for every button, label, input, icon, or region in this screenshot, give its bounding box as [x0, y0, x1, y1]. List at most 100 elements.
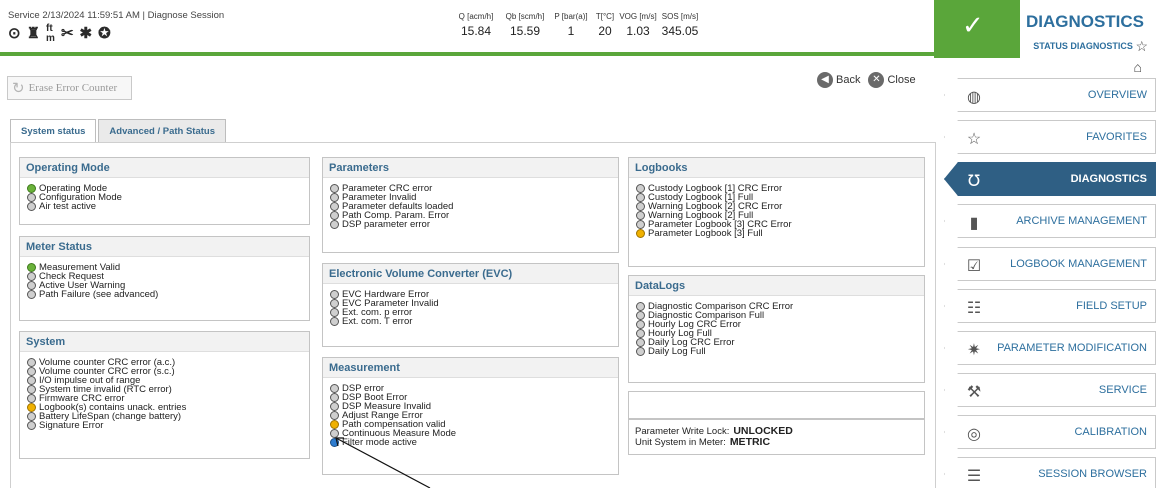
- status-led-icon: [636, 302, 645, 311]
- status-led-icon: [330, 290, 339, 299]
- sidebar-item-label: FIELD SETUP: [1076, 300, 1147, 312]
- status-led-icon: [27, 184, 36, 193]
- status-item: Daily Log Full: [636, 347, 924, 356]
- sidebar-item-label: DIAGNOSTICS: [1070, 173, 1147, 185]
- status-led-icon: [330, 211, 339, 220]
- sidebar-item-field-setup[interactable]: ☷ FIELD SETUP: [944, 289, 1156, 323]
- tab-advanced-path-status[interactable]: Advanced / Path Status: [98, 119, 227, 143]
- back-arrow-icon: ◀: [817, 72, 833, 88]
- status-led-icon: [330, 202, 339, 211]
- status-led-icon: [330, 308, 339, 317]
- status-led-icon: [330, 411, 339, 420]
- group-parameters: Parameters Parameter CRC error Parameter …: [322, 157, 619, 253]
- group-title: System: [20, 332, 309, 352]
- status-item: Path Failure (see advanced): [27, 290, 309, 299]
- status-led-icon: [27, 358, 36, 367]
- unit-system-row: Unit System in Meter: METRIC: [635, 436, 771, 449]
- status-led-icon: [27, 281, 36, 290]
- status-item-label: Parameter Logbook [3] Full: [648, 228, 763, 239]
- status-item: Air test active: [27, 202, 309, 211]
- group-title: Meter Status: [20, 237, 309, 257]
- sidebar-item-archive-management[interactable]: ▮ ARCHIVE MANAGEMENT: [944, 204, 1156, 238]
- status-led-icon: [27, 193, 36, 202]
- status-led-icon: [330, 438, 339, 447]
- globe-icon: ◍: [967, 89, 981, 106]
- sidebar-item-label: PARAMETER MODIFICATION: [997, 342, 1147, 354]
- sidebar-item-service[interactable]: ⚒ SERVICE: [944, 373, 1156, 407]
- status-led-icon: [27, 263, 36, 272]
- stethoscope-icon: ℧: [967, 173, 981, 190]
- calibration-icon: ◎: [967, 426, 981, 443]
- status-led-icon: [636, 311, 645, 320]
- checkmark-icon: ✓: [962, 10, 984, 40]
- close-button[interactable]: ✕ Close: [868, 72, 916, 88]
- status-led-icon: [330, 384, 339, 393]
- status-led-icon: [330, 220, 339, 229]
- nav-buttons: ◀ Back ✕ Close: [817, 72, 916, 88]
- group-title: Electronic Volume Converter (EVC): [323, 264, 618, 284]
- status-item: Ext. com. T error: [330, 317, 618, 326]
- status-item-label: Daily Log Full: [648, 346, 706, 357]
- status-item: Parameter Logbook [3] Full: [636, 229, 924, 238]
- back-button[interactable]: ◀ Back: [817, 72, 860, 88]
- group-title: Logbooks: [629, 158, 924, 178]
- erase-error-counter-button[interactable]: ↻ Erase Error Counter: [7, 76, 132, 100]
- field-setup-icon: ☷: [966, 300, 982, 317]
- sidebar-item-label: SESSION BROWSER: [1038, 468, 1147, 480]
- status-led-icon: [330, 420, 339, 429]
- status-led-icon: [27, 290, 36, 299]
- group-logbooks: Logbooks Custody Logbook [1] CRC Error Cu…: [628, 157, 925, 267]
- status-led-icon: [27, 421, 36, 430]
- status-led-icon: [636, 220, 645, 229]
- status-item: Filter mode active: [330, 438, 618, 447]
- write-lock-row: Parameter Write Lock: UNLOCKED: [635, 425, 793, 438]
- status-item-label: DSP parameter error: [342, 219, 430, 230]
- group-lock-info: Parameter Write Lock: UNLOCKED Unit Syste…: [628, 419, 925, 455]
- gear-icon: ✷: [967, 342, 981, 359]
- status-led-icon: [330, 184, 339, 193]
- status-led-icon: [636, 329, 645, 338]
- group-title: DataLogs: [629, 276, 924, 296]
- sidebar-item-logbook-management[interactable]: ☑ LOGBOOK MANAGEMENT: [944, 247, 1156, 281]
- session-info: Service 2/13/2024 11:59:51 AM | Diagnose…: [8, 10, 225, 21]
- group-evc: Electronic Volume Converter (EVC) EVC Ha…: [322, 263, 619, 347]
- home-icon[interactable]: ⌂: [1134, 59, 1142, 75]
- measurement-q: Q [acm/h] 15.84: [458, 12, 494, 38]
- sidebar-item-label: ARCHIVE MANAGEMENT: [1016, 215, 1147, 227]
- status-line: [0, 52, 934, 56]
- tab-system-status[interactable]: System status: [10, 119, 97, 143]
- play-icon[interactable]: ⊙: [8, 25, 21, 43]
- favorite-star-icon[interactable]: ☆: [1135, 38, 1148, 54]
- status-item: Signature Error: [27, 421, 309, 430]
- header-bar: Service 2/13/2024 11:59:51 AM | Diagnose…: [0, 0, 1156, 58]
- sidebar-item-favorites[interactable]: ☆ FAVORITES: [944, 120, 1156, 154]
- sidebar-item-calibration[interactable]: ◎ CALIBRATION: [944, 415, 1156, 449]
- page-subtitle: STATUS DIAGNOSTICS ☆: [1033, 38, 1148, 54]
- group-title: Parameters: [323, 158, 618, 178]
- measurement-qb: Qb [scm/h] 15.59: [505, 12, 545, 38]
- status-led-icon: [636, 229, 645, 238]
- status-led-icon: [330, 299, 339, 308]
- snowflake-icon[interactable]: ✱: [80, 25, 93, 43]
- tools-icon[interactable]: ✂: [61, 25, 74, 43]
- logbook-icon: ☑: [966, 258, 982, 275]
- flow-units-icon[interactable]: ft m: [46, 24, 55, 44]
- group-system: System Volume counter CRC error (a.c.) Vo…: [19, 331, 310, 459]
- status-led-icon: [636, 338, 645, 347]
- award-icon[interactable]: ✪: [98, 25, 111, 43]
- status-led-icon: [330, 402, 339, 411]
- status-led-icon: [636, 211, 645, 220]
- status-item-label: Filter mode active: [342, 437, 417, 448]
- sidebar-item-label: OVERVIEW: [1087, 89, 1147, 101]
- sidebar-item-parameter-modification[interactable]: ✷ PARAMETER MODIFICATION: [944, 331, 1156, 365]
- sidebar-item-session-browser[interactable]: ☰ SESSION BROWSER: [944, 457, 1156, 488]
- status-item-label: Signature Error: [39, 420, 104, 431]
- user-list-icon[interactable]: ♜: [27, 25, 40, 43]
- sidebar-item-diagnostics[interactable]: ℧ DIAGNOSTICS: [944, 162, 1156, 196]
- status-led-icon: [27, 394, 36, 403]
- sidebar-item-label: LOGBOOK MANAGEMENT: [1010, 258, 1147, 270]
- status-led-icon: [27, 412, 36, 421]
- sidebar-item-overview[interactable]: ◍ OVERVIEW: [944, 78, 1156, 112]
- status-led-icon: [636, 320, 645, 329]
- measurement-t: T[°C] 20: [595, 12, 615, 38]
